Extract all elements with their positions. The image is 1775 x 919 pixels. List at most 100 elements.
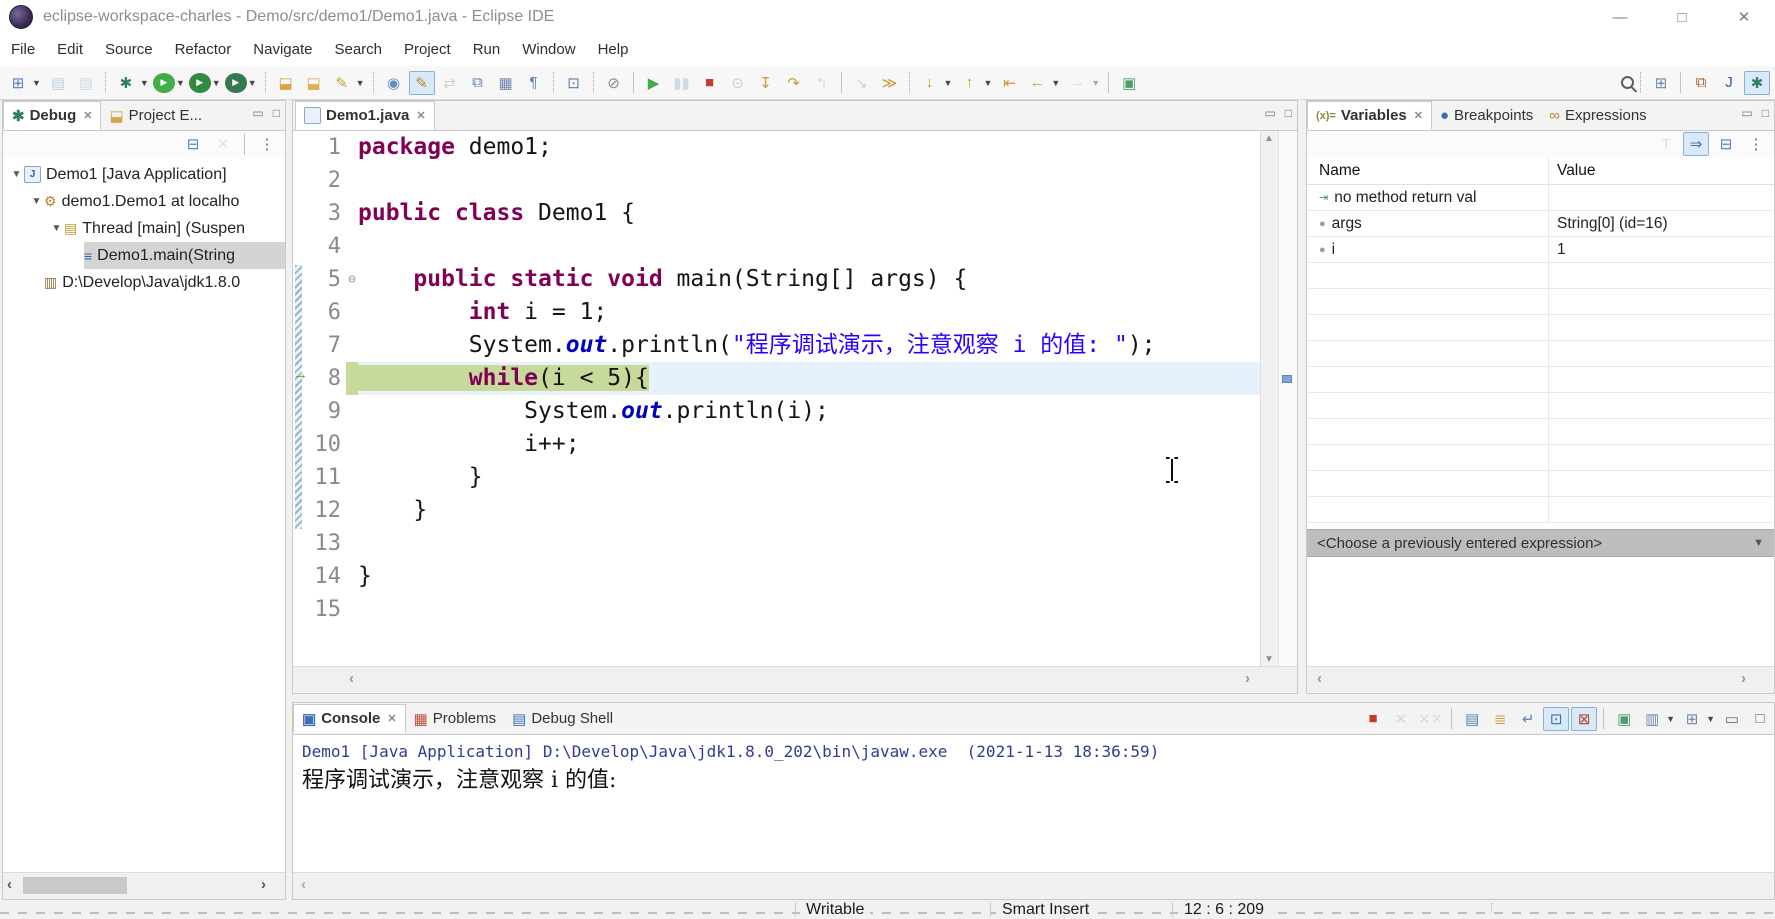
save-all-button[interactable]: ▤ xyxy=(73,70,99,96)
variables-view-tab-breakpoints[interactable]: ●Breakpoints xyxy=(1432,101,1541,130)
minimize-view-icon[interactable]: ▭ xyxy=(1264,106,1275,120)
pin-editor-button[interactable]: ▣ xyxy=(1116,70,1142,96)
show-type-names-button[interactable]: T xyxy=(1653,131,1679,157)
console-hscrollbar[interactable]: ‹ xyxy=(293,872,1774,899)
code-line[interactable]: 7 System.out.println("程序调试演示，注意观察 i 的值: … xyxy=(293,329,1261,362)
scroll-left-icon[interactable]: ‹ xyxy=(1317,670,1322,687)
minimize-view-button[interactable]: ▭ xyxy=(1719,706,1745,732)
expand-chevron-icon[interactable]: ▼ xyxy=(49,223,64,234)
close-icon[interactable]: ✕ xyxy=(1414,109,1423,122)
code-editor[interactable]: 1package demo1;23public class Demo1 {45⊖… xyxy=(293,131,1261,667)
collapse-all-button[interactable]: ⊟ xyxy=(180,131,206,157)
console-view-tab-debug-shell[interactable]: ▤Debug Shell xyxy=(504,704,621,733)
variables-empty-row[interactable] xyxy=(1307,445,1774,471)
variables-empty-row[interactable] xyxy=(1307,419,1774,445)
step-over-button[interactable]: ↷ xyxy=(781,70,807,96)
variables-row[interactable]: ⇥no method return val xyxy=(1307,185,1774,211)
variables-view-tab-expressions[interactable]: ∞Expressions xyxy=(1541,101,1654,130)
chevron-down-icon[interactable]: ▼ xyxy=(1753,537,1764,549)
new-wizard-button[interactable]: ⊞▼ xyxy=(5,70,43,96)
maximize-button[interactable]: □ xyxy=(1651,0,1713,34)
chevron-down-icon[interactable]: ▼ xyxy=(1706,714,1715,724)
variables-empty-row[interactable] xyxy=(1307,289,1774,315)
debug-view-tab-project-e-[interactable]: ⬓Project E... xyxy=(101,101,210,130)
menu-file[interactable]: File xyxy=(0,34,46,66)
show-logical-structures-button[interactable]: ⇒ xyxy=(1683,131,1709,157)
next-annotation-button[interactable]: ↓▼ xyxy=(917,70,955,96)
resume-button[interactable]: ▶ xyxy=(641,70,667,96)
tree-item[interactable]: ▼⚙demo1.Demo1 at localho xyxy=(3,188,285,215)
chevron-down-icon[interactable]: ▼ xyxy=(1666,714,1675,724)
open-task-button[interactable]: ⧉ xyxy=(465,70,491,96)
tree-item[interactable]: ▼JDemo1 [Java Application] xyxy=(3,161,285,188)
current-line-marker[interactable] xyxy=(1282,375,1292,383)
perspective-hierarchy-button[interactable]: ⧉ xyxy=(1688,70,1714,96)
menu-navigate[interactable]: Navigate xyxy=(242,34,323,66)
suspend-button[interactable]: ▮▮ xyxy=(669,70,695,96)
code-line[interactable]: 10 i++; xyxy=(293,428,1261,461)
code-line[interactable]: 13 xyxy=(293,527,1261,560)
link-with-editor-button[interactable]: ⇄ xyxy=(437,70,463,96)
tree-item[interactable]: ▥D:\Develop\Java\jdk1.8.0 xyxy=(3,269,285,296)
editor-vscrollbar[interactable]: ▲ ▼ xyxy=(1260,131,1279,667)
variables-empty-row[interactable] xyxy=(1307,341,1774,367)
expression-choose-bar[interactable]: <Choose a previously entered expression>… xyxy=(1307,529,1774,557)
pin-console-button[interactable]: ▣ xyxy=(1611,706,1637,732)
variables-view-tab-variables[interactable]: (x)=Variables✕ xyxy=(1307,101,1432,130)
maximize-view-icon[interactable]: □ xyxy=(273,106,280,120)
search-button[interactable] xyxy=(1621,70,1634,96)
toggle-mark-occurrences-button[interactable]: ✎ xyxy=(409,70,435,96)
console-output[interactable]: Demo1 [Java Application] D:\Develop\Java… xyxy=(293,735,1774,873)
scroll-left-icon[interactable]: ‹ xyxy=(301,876,306,893)
scroll-left-icon[interactable]: ‹ xyxy=(7,876,12,893)
variables-empty-row[interactable] xyxy=(1307,497,1774,523)
close-button[interactable]: ✕ xyxy=(1713,0,1775,34)
close-icon[interactable]: ✕ xyxy=(83,109,92,122)
show-stdout-changed-button[interactable]: ⊡ xyxy=(1543,706,1569,732)
menu-project[interactable]: Project xyxy=(393,34,462,66)
menu-refactor[interactable]: Refactor xyxy=(164,34,243,66)
forward-button[interactable]: →▼ xyxy=(1064,70,1102,96)
chevron-down-icon[interactable]: ▼ xyxy=(944,78,953,88)
menu-window[interactable]: Window xyxy=(511,34,586,66)
chevron-down-icon[interactable]: ▼ xyxy=(983,78,992,88)
column-header-name[interactable]: Name xyxy=(1307,157,1549,184)
expand-chevron-icon[interactable]: ▼ xyxy=(29,196,44,207)
tree-item-content[interactable]: JDemo1 [Java Application] xyxy=(24,161,285,188)
skip-all-breakpoints-button[interactable]: ⊘ xyxy=(601,70,627,96)
code-line[interactable]: 15 xyxy=(293,593,1261,626)
minimize-view-icon[interactable]: ▭ xyxy=(1741,106,1752,120)
chevron-down-icon[interactable]: ▼ xyxy=(176,78,185,88)
open-type-button[interactable]: ⬓ xyxy=(273,70,299,96)
variables-row[interactable]: ●argsString[0] (id=16) xyxy=(1307,211,1774,237)
back-button[interactable]: ←▼ xyxy=(1024,70,1062,96)
terminate-button[interactable]: ■ xyxy=(697,70,723,96)
column-header-value[interactable]: Value xyxy=(1549,162,1774,180)
scroll-lock-button[interactable]: ≣ xyxy=(1487,706,1513,732)
show-stderr-changed-button[interactable]: ⊠ xyxy=(1571,706,1597,732)
scroll-thumb[interactable] xyxy=(23,877,127,894)
tree-item[interactable]: ▼▤Thread [main] (Suspen xyxy=(3,215,285,242)
perspective-debug-button[interactable]: ✱ xyxy=(1744,70,1770,96)
menu-edit[interactable]: Edit xyxy=(46,34,94,66)
scroll-right-icon[interactable]: › xyxy=(261,876,266,893)
step-return-button[interactable]: ↰ xyxy=(809,70,835,96)
chevron-down-icon[interactable]: ▼ xyxy=(140,78,149,88)
scroll-left-icon[interactable]: ‹ xyxy=(349,670,354,687)
word-wrap-button[interactable]: ↵ xyxy=(1515,706,1541,732)
variables-empty-row[interactable] xyxy=(1307,367,1774,393)
scroll-up-icon[interactable]: ▲ xyxy=(1264,133,1274,144)
run-button[interactable]: ▶▼ xyxy=(153,70,187,96)
code-line[interactable]: 5⊖ public static void main(String[] args… xyxy=(293,263,1261,296)
clear-console-button[interactable]: ▤ xyxy=(1459,706,1485,732)
variables-empty-row[interactable] xyxy=(1307,471,1774,497)
variables-empty-row[interactable] xyxy=(1307,263,1774,289)
code-line[interactable]: 6 int i = 1; xyxy=(293,296,1261,329)
chevron-down-icon[interactable]: ▼ xyxy=(212,78,221,88)
menu-search[interactable]: Search xyxy=(323,34,393,66)
variables-empty-row[interactable] xyxy=(1307,315,1774,341)
maximize-view-button[interactable]: □ xyxy=(1747,706,1773,732)
minimize-view-icon[interactable]: ▭ xyxy=(252,106,263,120)
fold-marker-icon[interactable]: ⊖ xyxy=(346,263,358,296)
open-perspective-button[interactable]: ⊞ xyxy=(1648,70,1674,96)
